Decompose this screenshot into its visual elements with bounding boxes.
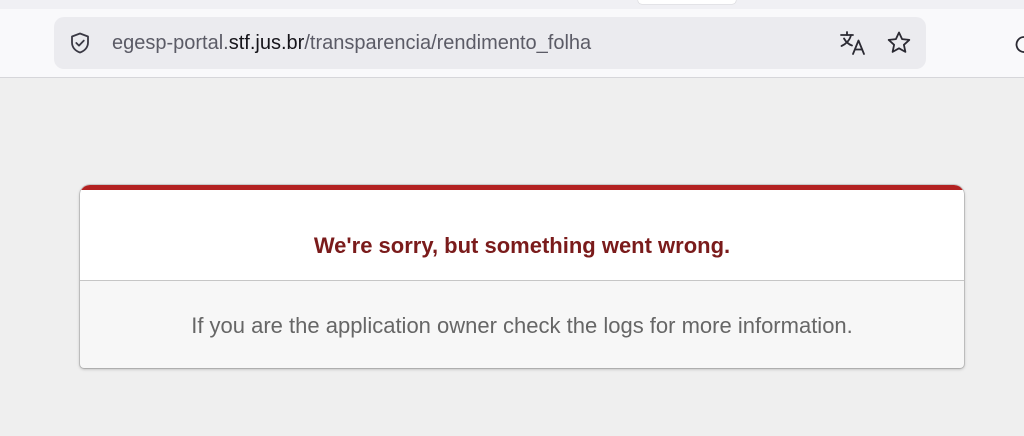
url-prefix: egesp-portal. bbox=[112, 32, 229, 54]
error-message: If you are the application owner check t… bbox=[191, 313, 853, 338]
tab-strip bbox=[0, 0, 1024, 9]
translate-icon[interactable] bbox=[838, 29, 868, 57]
star-icon[interactable] bbox=[886, 30, 912, 56]
url-text[interactable]: egesp-portal.stf.jus.br/transparencia/re… bbox=[112, 31, 591, 55]
url-domain: stf.jus.br bbox=[228, 32, 305, 54]
shield-icon[interactable] bbox=[68, 31, 92, 55]
error-title: We're sorry, but something went wrong. bbox=[313, 233, 731, 258]
browser-toolbar: egesp-portal.stf.jus.br/transparencia/re… bbox=[0, 9, 1024, 78]
error-dialog: We're sorry, but something went wrong. I… bbox=[80, 185, 964, 368]
reload-icon[interactable] bbox=[1014, 34, 1024, 54]
address-bar[interactable]: egesp-portal.stf.jus.br/transparencia/re… bbox=[54, 17, 926, 69]
error-header: We're sorry, but something went wrong. bbox=[80, 185, 964, 281]
active-tab[interactable] bbox=[638, 0, 736, 4]
url-path: /transparencia/rendimento_folha bbox=[304, 32, 592, 54]
